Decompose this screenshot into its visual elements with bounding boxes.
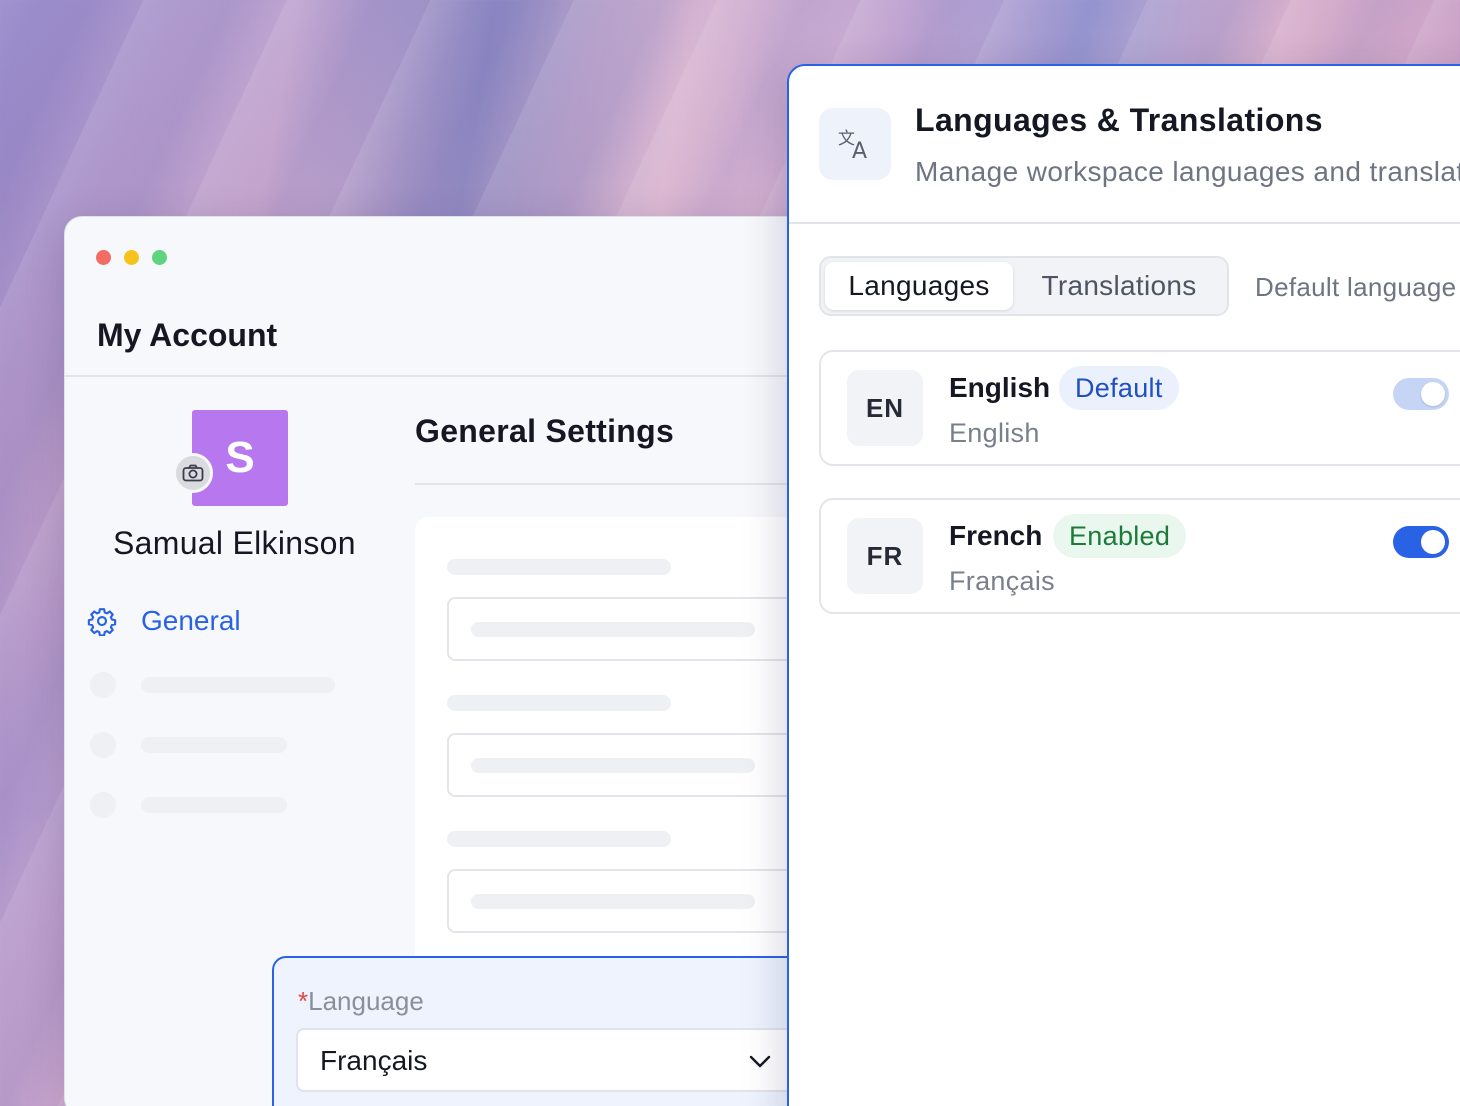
minimize-window-button[interactable] <box>124 250 139 265</box>
language-select[interactable]: Français <box>296 1028 816 1092</box>
sidebar-placeholder-icon <box>90 732 116 758</box>
tab-translations[interactable]: Translations <box>1019 262 1219 310</box>
gear-icon <box>87 608 117 636</box>
camera-icon <box>182 464 204 482</box>
sidebar-placeholder-item <box>141 737 287 753</box>
language-card-english: EN English Default English <box>819 350 1460 466</box>
panel-title: Languages & Translations <box>915 102 1323 138</box>
change-avatar-button[interactable] <box>173 453 213 493</box>
form-placeholder-input[interactable] <box>447 869 823 933</box>
language-code: FR <box>847 518 923 594</box>
section-divider <box>415 483 823 485</box>
form-placeholder-label <box>447 695 671 711</box>
languages-panel: 文 A Languages & Translations Manage work… <box>787 64 1460 1106</box>
user-name: Samual Elkinson <box>113 525 356 561</box>
language-label-text: Language <box>308 986 424 1016</box>
tab-languages[interactable]: Languages <box>825 262 1013 310</box>
sidebar-item-label: General <box>141 605 241 636</box>
close-window-button[interactable] <box>96 250 111 265</box>
language-select-value: Français <box>320 1045 428 1076</box>
language-native-name: Français <box>949 566 1055 596</box>
language-card-french: FR French Enabled Français <box>819 498 1460 614</box>
sidebar-placeholder-item <box>141 797 287 813</box>
language-name: English <box>949 372 1051 403</box>
form-placeholder-label <box>447 831 671 847</box>
section-title: General Settings <box>415 413 675 449</box>
language-code: EN <box>847 370 923 446</box>
language-name: French <box>949 520 1043 551</box>
language-toggle-english[interactable] <box>1393 378 1449 410</box>
svg-text:A: A <box>852 139 867 164</box>
language-field: *Language Français <box>272 956 816 1106</box>
header-divider <box>65 375 823 377</box>
language-field-label: *Language <box>298 986 424 1017</box>
tab-group: Languages Translations <box>819 256 1229 316</box>
status-badge: Default <box>1059 366 1179 410</box>
status-badge: Enabled <box>1053 514 1187 558</box>
panel-divider <box>789 222 1460 224</box>
translate-icon: 文 A <box>819 108 891 180</box>
window-controls <box>96 250 167 265</box>
maximize-window-button[interactable] <box>152 250 167 265</box>
page-title: My Account <box>97 317 278 353</box>
language-toggle-french[interactable] <box>1393 526 1449 558</box>
required-mark: * <box>298 986 309 1016</box>
form-placeholder-input[interactable] <box>447 597 823 661</box>
form-placeholder-label <box>447 559 671 575</box>
default-language-link[interactable]: Default language <box>1255 272 1456 303</box>
sidebar-placeholder-icon <box>90 792 116 818</box>
panel-subtitle: Manage workspace languages and translati… <box>915 156 1460 187</box>
chevron-down-icon <box>749 1055 771 1068</box>
sidebar-placeholder-item <box>141 677 335 693</box>
sidebar-item-general[interactable]: General <box>87 605 241 637</box>
sidebar-placeholder-icon <box>90 672 116 698</box>
form-placeholder-input[interactable] <box>447 733 823 797</box>
language-native-name: English <box>949 418 1040 448</box>
